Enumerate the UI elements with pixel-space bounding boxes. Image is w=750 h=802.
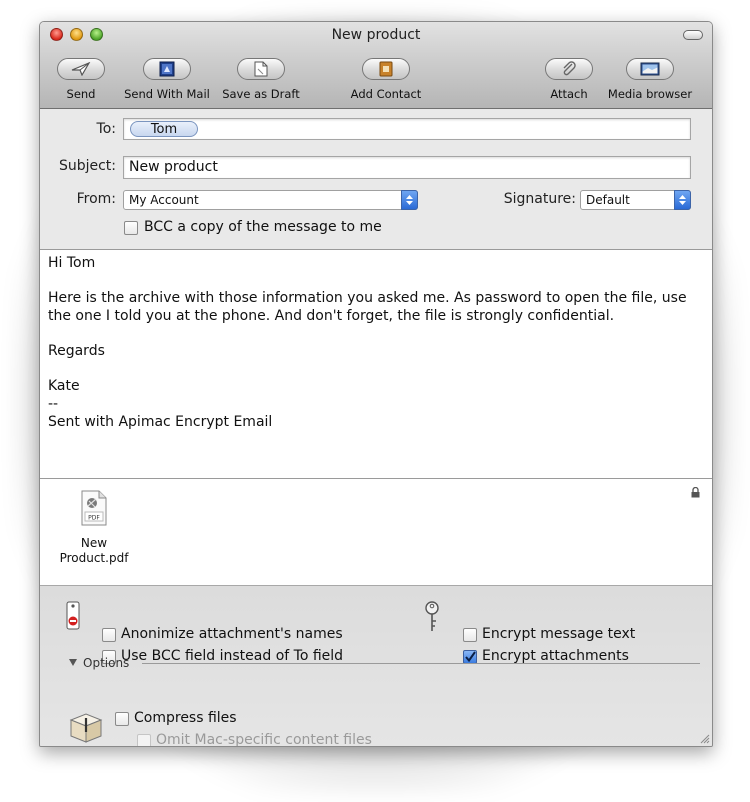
add-contact-button[interactable]: Add Contact (340, 58, 432, 106)
save-as-draft-button[interactable]: Save as Draft (220, 58, 302, 106)
toolbar-toggle-button[interactable] (683, 30, 703, 40)
lock-icon (691, 487, 700, 498)
compress-box-icon (69, 713, 103, 743)
anonimize-checkbox[interactable] (102, 628, 116, 642)
media-browser-label: Media browser (607, 87, 693, 101)
signature-label: Signature: (503, 191, 576, 207)
media-browser-button[interactable]: Media browser (598, 58, 702, 106)
send-with-mail-button[interactable]: Send With Mail (121, 58, 213, 106)
subject-label: Subject: (58, 158, 116, 174)
encrypt-text-checkbox[interactable] (463, 628, 477, 642)
body-line: Regards (48, 343, 105, 359)
select-arrows-icon (674, 190, 691, 210)
signature-select[interactable]: Default (580, 190, 691, 210)
compress-files-checkbox[interactable] (115, 712, 129, 726)
photo-icon (626, 58, 674, 80)
options-title: Options (83, 656, 130, 670)
options-divider (142, 663, 700, 664)
save-as-draft-label: Save as Draft (222, 87, 300, 101)
encryption-options-panel: Anonimize attachment's names Use BCC fie… (40, 586, 712, 746)
checkmark-icon (465, 651, 476, 663)
body-line: Kate (48, 378, 80, 394)
window-title: New product (331, 27, 421, 43)
anonymize-tag-icon (66, 601, 80, 630)
body-line: Here is the archive with those informati… (48, 290, 687, 324)
omit-mac-checkbox (137, 734, 151, 746)
key-icon (425, 601, 439, 631)
pdf-icon-text: PDF (88, 515, 100, 522)
encrypt-attachments-label: Encrypt attachments (482, 648, 629, 664)
message-header: To: Tom Subject: New product From: My Ac… (40, 109, 712, 249)
compress-files-label: Compress files (134, 710, 237, 726)
paper-plane-icon (57, 58, 105, 80)
to-label: To: (96, 121, 116, 137)
resize-grip-icon[interactable] (698, 732, 710, 744)
subject-field[interactable]: New product (123, 156, 691, 179)
anonimize-label: Anonimize attachment's names (121, 626, 343, 642)
bcc-copy-checkbox[interactable] (124, 221, 138, 235)
body-line: Sent with Apimac Encrypt Email (48, 414, 273, 430)
body-line: Hi Tom (48, 255, 96, 271)
omit-mac-label: Omit Mac-specific content files (156, 732, 372, 747)
send-label: Send (66, 87, 96, 101)
send-button[interactable]: Send (56, 58, 106, 106)
message-body[interactable]: Hi Tom Here is the archive with those in… (40, 249, 712, 479)
mail-stamp-icon (143, 58, 191, 80)
toolbar: New product Send Send With Mail Save as … (40, 22, 712, 109)
to-field[interactable]: Tom (123, 118, 691, 140)
send-with-mail-label: Send With Mail (124, 87, 210, 101)
from-select-value: My Account (129, 193, 199, 207)
add-contact-label: Add Contact (350, 87, 422, 101)
signature-select-value: Default (586, 193, 630, 207)
body-line: -- (48, 396, 59, 412)
attach-label: Attach (550, 87, 588, 101)
use-bcc-label: Use BCC field instead of To field (121, 648, 344, 664)
encrypt-attachments-checkbox[interactable] (463, 650, 477, 664)
from-select[interactable]: My Account (123, 190, 418, 210)
compose-window: New product Send Send With Mail Save as … (39, 21, 713, 747)
address-book-icon (362, 58, 410, 80)
attachment-name: New Product.pdf (59, 536, 129, 565)
attachments-area: PDF New Product.pdf (40, 479, 712, 586)
encrypt-text-label: Encrypt message text (482, 626, 636, 642)
pdf-file-icon: PDF (81, 490, 107, 526)
recipient-token[interactable]: Tom (130, 121, 198, 137)
select-arrows-icon (401, 190, 418, 210)
draft-page-icon (237, 58, 285, 80)
from-label: From: (76, 191, 116, 207)
disclosure-triangle-icon (69, 659, 77, 666)
attach-button[interactable]: Attach (544, 58, 594, 106)
paperclip-icon (545, 58, 593, 80)
bcc-copy-label: BCC a copy of the message to me (144, 219, 382, 235)
message-text[interactable]: Hi Tom Here is the archive with those in… (48, 254, 704, 431)
